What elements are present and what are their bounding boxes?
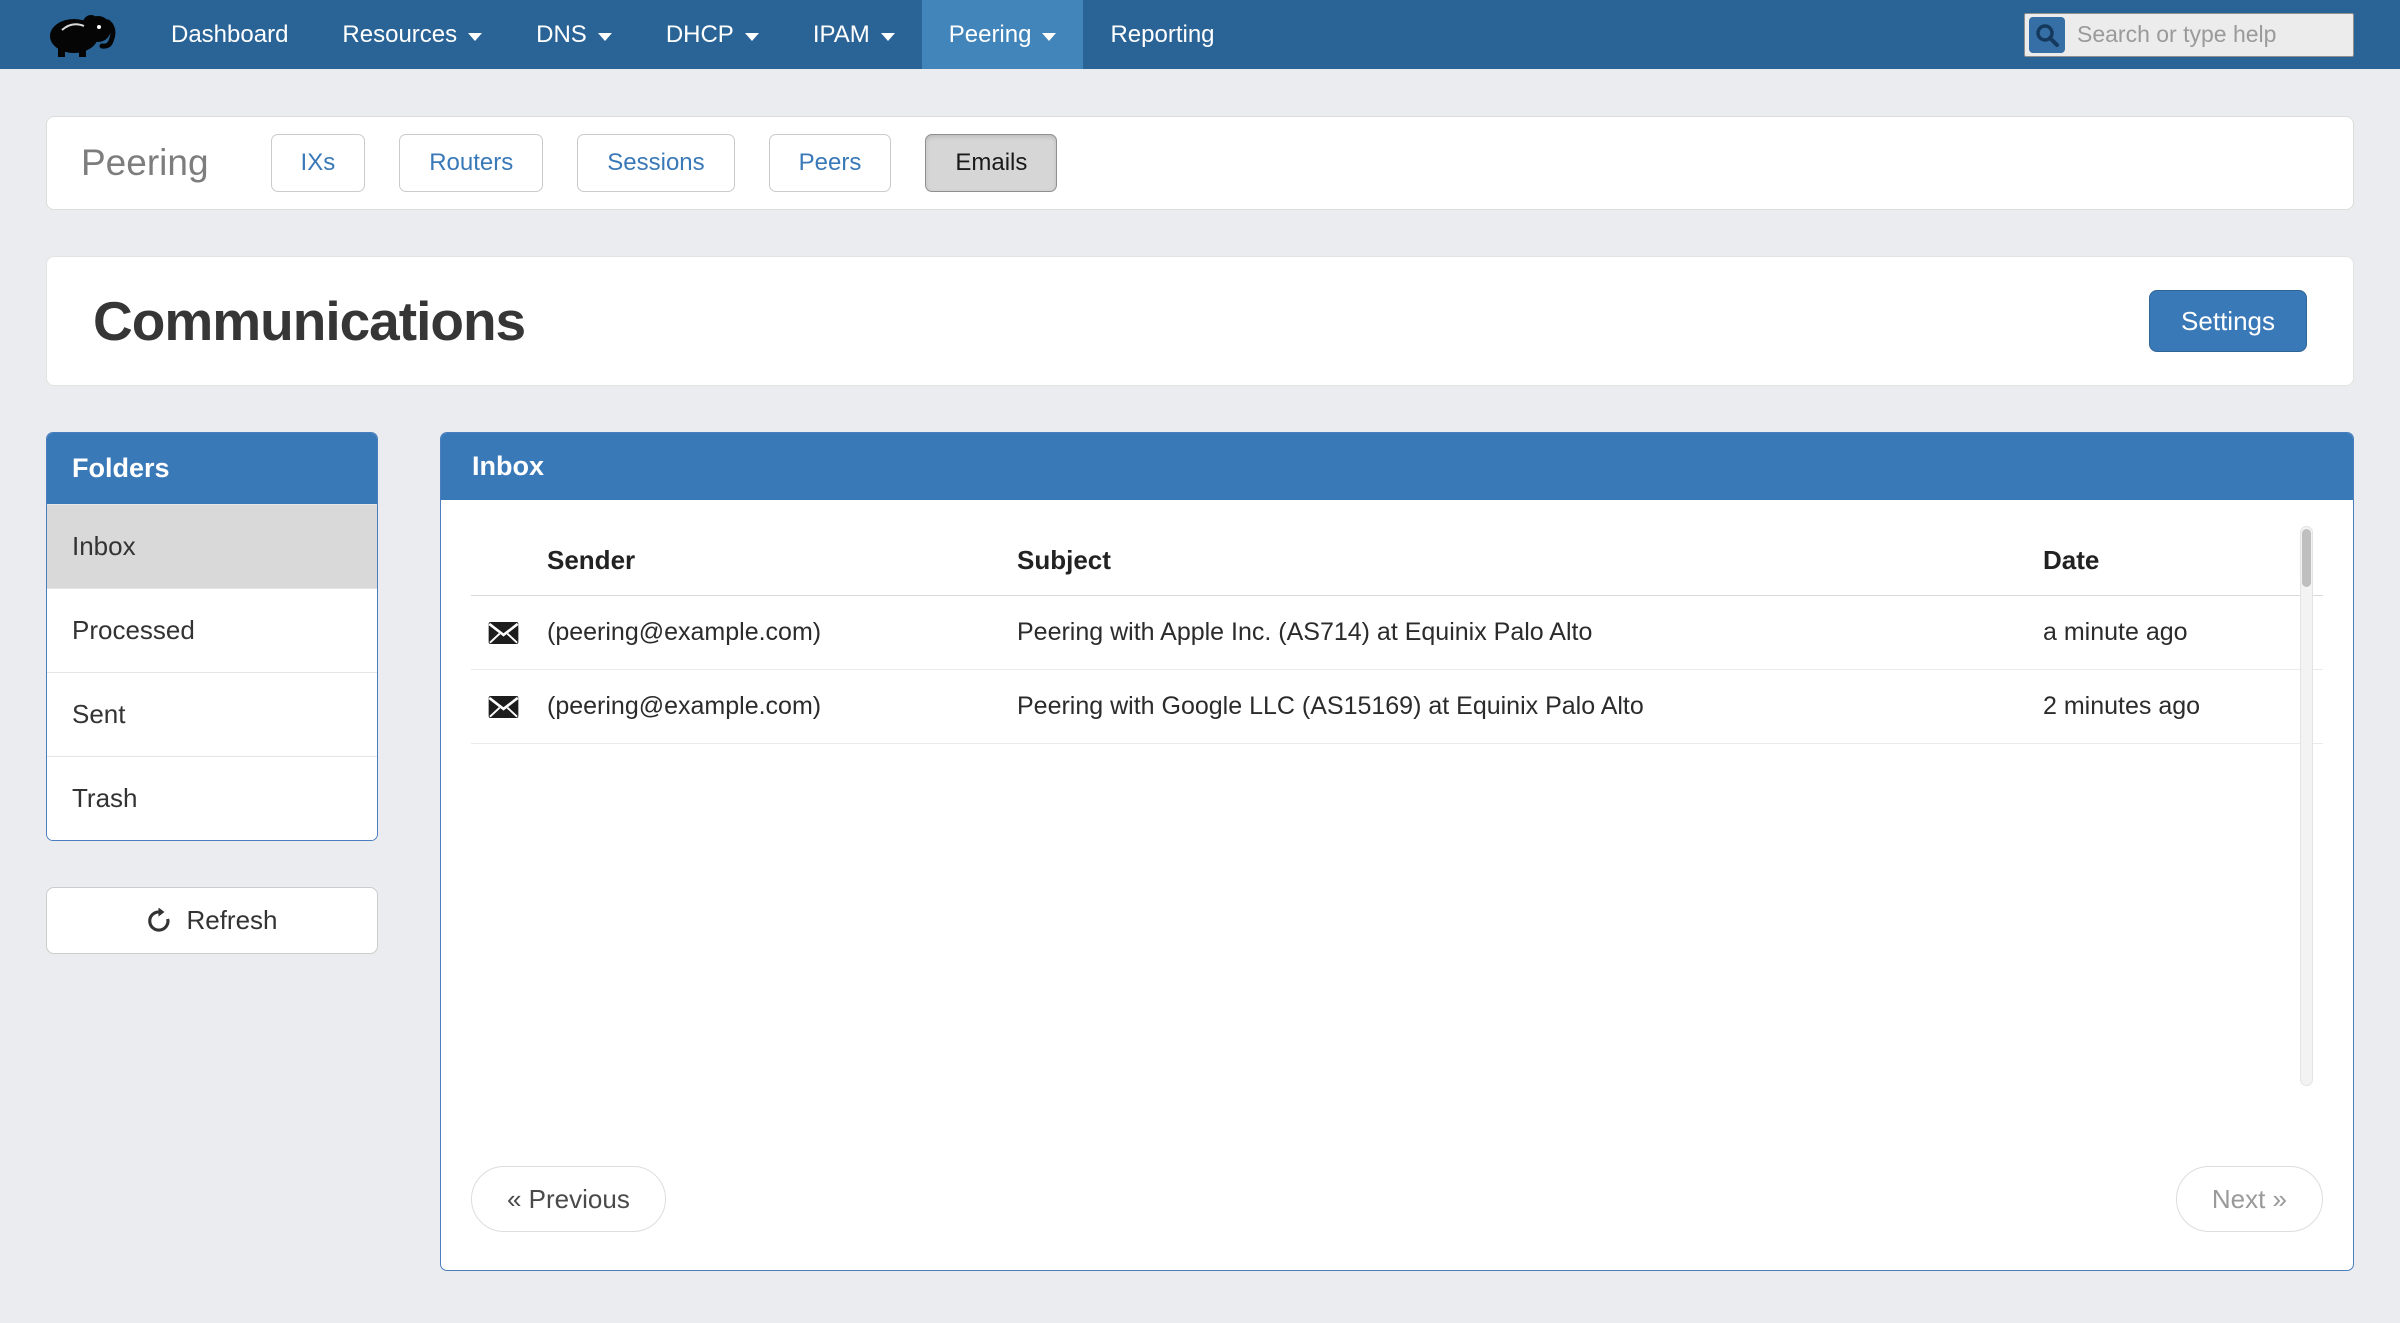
refresh-button[interactable]: Refresh — [46, 887, 378, 954]
mail-date: a minute ago — [2043, 618, 2323, 647]
folder-item-processed[interactable]: Processed — [47, 588, 377, 672]
tab-routers[interactable]: Routers — [399, 134, 543, 192]
inbox-panel-title: Inbox — [441, 433, 2353, 500]
nav-item-ipam[interactable]: IPAM — [786, 0, 922, 69]
main-content: Folders Inbox Processed Sent Trash Refre… — [46, 432, 2354, 1271]
nav-item-label: Reporting — [1110, 21, 1214, 49]
main-nav: Dashboard Resources DNS DHCP IPAM Peerin… — [144, 0, 1242, 69]
inbox-panel: Inbox Sender Subject Date — [440, 432, 2354, 1271]
envelope-icon — [471, 695, 547, 719]
scrollbar[interactable] — [2300, 526, 2313, 1086]
chevron-down-icon — [598, 33, 612, 41]
nav-item-peering[interactable]: Peering — [922, 0, 1084, 69]
settings-button[interactable]: Settings — [2149, 290, 2307, 352]
nav-item-label: IPAM — [813, 21, 870, 49]
nav-item-reporting[interactable]: Reporting — [1083, 0, 1241, 69]
elephant-logo-icon — [46, 10, 118, 60]
folder-item-inbox[interactable]: Inbox — [47, 504, 377, 588]
page-title: Communications — [93, 289, 525, 353]
nav-item-dashboard[interactable]: Dashboard — [144, 0, 315, 69]
table-row[interactable]: (peering@example.com) Peering with Apple… — [471, 596, 2323, 670]
column-header-sender: Sender — [547, 545, 1017, 576]
tab-ixs[interactable]: IXs — [271, 134, 366, 192]
chevron-down-icon — [468, 33, 482, 41]
communications-header-panel: Communications Settings — [46, 256, 2354, 386]
next-page-button[interactable]: Next » — [2176, 1166, 2323, 1232]
navbar-search — [2024, 13, 2354, 57]
table-row[interactable]: (peering@example.com) Peering with Googl… — [471, 670, 2323, 744]
mail-table: Sender Subject Date (peering@example.com… — [471, 526, 2323, 1086]
refresh-icon — [146, 908, 172, 934]
folder-item-trash[interactable]: Trash — [47, 756, 377, 840]
mail-table-header: Sender Subject Date — [471, 526, 2323, 596]
mail-subject: Peering with Apple Inc. (AS714) at Equin… — [1017, 618, 2043, 647]
chevron-down-icon — [1042, 33, 1056, 41]
previous-page-button[interactable]: « Previous — [471, 1166, 666, 1232]
scrollbar-thumb[interactable] — [2302, 529, 2311, 587]
mail-date: 2 minutes ago — [2043, 692, 2323, 721]
nav-item-label: Resources — [342, 21, 457, 49]
nav-item-resources[interactable]: Resources — [315, 0, 509, 69]
column-header-date: Date — [2043, 545, 2323, 576]
nav-item-dns[interactable]: DNS — [509, 0, 639, 69]
pagination: « Previous Next » — [471, 1166, 2323, 1232]
chevron-down-icon — [881, 33, 895, 41]
chevron-down-icon — [745, 33, 759, 41]
app-logo[interactable] — [0, 0, 144, 69]
nav-item-label: Peering — [949, 21, 1032, 49]
folders-panel: Folders Inbox Processed Sent Trash — [46, 432, 378, 841]
nav-item-label: DNS — [536, 21, 587, 49]
nav-item-dhcp[interactable]: DHCP — [639, 0, 786, 69]
mail-sender: (peering@example.com) — [547, 692, 1017, 721]
nav-item-label: Dashboard — [171, 21, 288, 49]
folder-item-sent[interactable]: Sent — [47, 672, 377, 756]
tab-emails[interactable]: Emails — [925, 134, 1057, 192]
nav-item-label: DHCP — [666, 21, 734, 49]
search-input[interactable] — [2024, 13, 2354, 57]
column-header-subject: Subject — [1017, 545, 2043, 576]
inbox-body: Sender Subject Date (peering@example.com… — [441, 500, 2353, 1270]
mail-subject: Peering with Google LLC (AS15169) at Equ… — [1017, 692, 2043, 721]
refresh-button-label: Refresh — [186, 905, 277, 936]
top-navbar: Dashboard Resources DNS DHCP IPAM Peerin… — [0, 0, 2400, 69]
mail-sender: (peering@example.com) — [547, 618, 1017, 647]
tab-peers[interactable]: Peers — [769, 134, 892, 192]
tab-sessions[interactable]: Sessions — [577, 134, 734, 192]
section-title: Peering — [81, 142, 209, 184]
folders-panel-title: Folders — [47, 433, 377, 504]
peering-section-bar: Peering IXs Routers Sessions Peers Email… — [46, 116, 2354, 210]
folders-column: Folders Inbox Processed Sent Trash Refre… — [46, 432, 378, 954]
envelope-icon — [471, 621, 547, 645]
